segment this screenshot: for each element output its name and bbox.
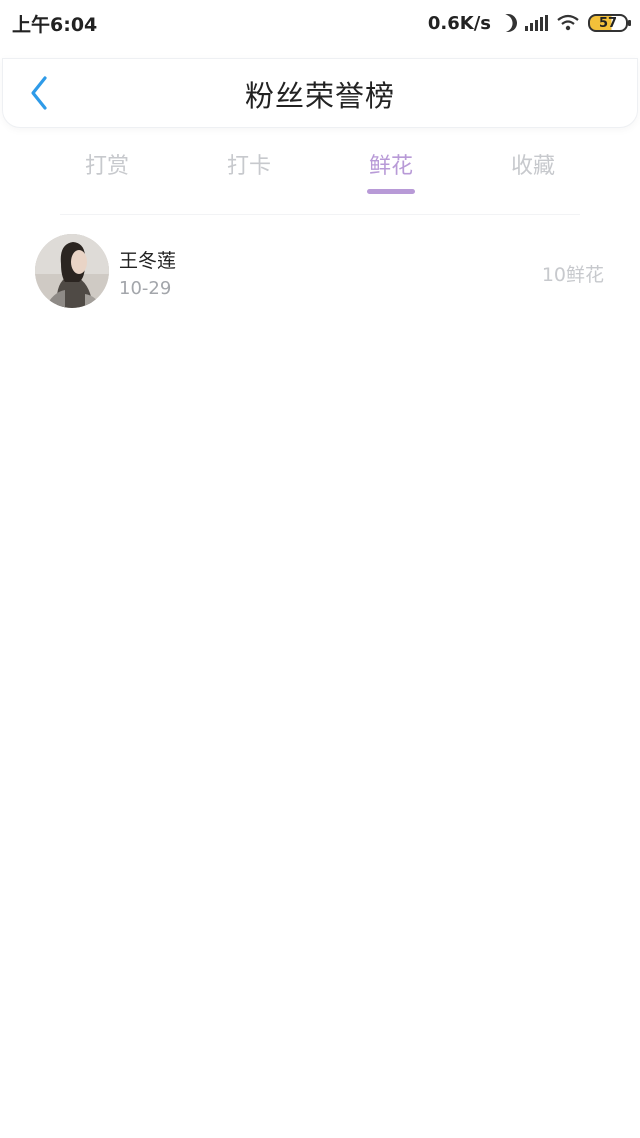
tab-label: 鲜花 bbox=[368, 154, 413, 179]
battery-icon: 57 bbox=[588, 14, 631, 32]
tab-checkin[interactable]: 打卡 bbox=[178, 140, 320, 198]
tab-label: 打赏 bbox=[84, 154, 129, 179]
list-item-name: 王冬莲 bbox=[119, 250, 177, 272]
wifi-icon bbox=[556, 14, 580, 32]
chevron-left-icon bbox=[31, 76, 47, 110]
avatar bbox=[35, 234, 109, 308]
signal-icon bbox=[525, 15, 548, 31]
tab-reward[interactable]: 打赏 bbox=[36, 140, 178, 198]
list-item[interactable]: 王冬莲 10-29 10鲜花 bbox=[0, 222, 640, 322]
list-item-date: 10-29 bbox=[119, 278, 172, 299]
divider bbox=[60, 214, 580, 215]
status-time: 上午6:04 bbox=[12, 13, 98, 36]
status-bar: 上午6:04 0.6K/s 57 bbox=[0, 0, 640, 46]
tab-label: 打卡 bbox=[226, 154, 271, 179]
header-bar: 粉丝荣誉榜 bbox=[2, 58, 638, 128]
list-item-count: 10鲜花 bbox=[541, 264, 604, 286]
tab-active-indicator bbox=[367, 189, 415, 194]
tab-flowers[interactable]: 鲜花 bbox=[320, 140, 462, 198]
moon-icon bbox=[496, 11, 521, 36]
tab-bar: 打赏 打卡 鲜花 收藏 bbox=[36, 140, 604, 198]
tab-collect[interactable]: 收藏 bbox=[462, 140, 604, 198]
network-speed: 0.6K/s bbox=[427, 12, 491, 34]
tab-label: 收藏 bbox=[510, 154, 555, 179]
fan-list: 王冬莲 10-29 10鲜花 bbox=[0, 222, 640, 322]
back-button[interactable] bbox=[19, 73, 59, 113]
status-icons: 0.6K/s 57 bbox=[427, 11, 631, 36]
battery-level: 57 bbox=[598, 15, 618, 31]
page-title: 粉丝荣誉榜 bbox=[244, 79, 395, 113]
